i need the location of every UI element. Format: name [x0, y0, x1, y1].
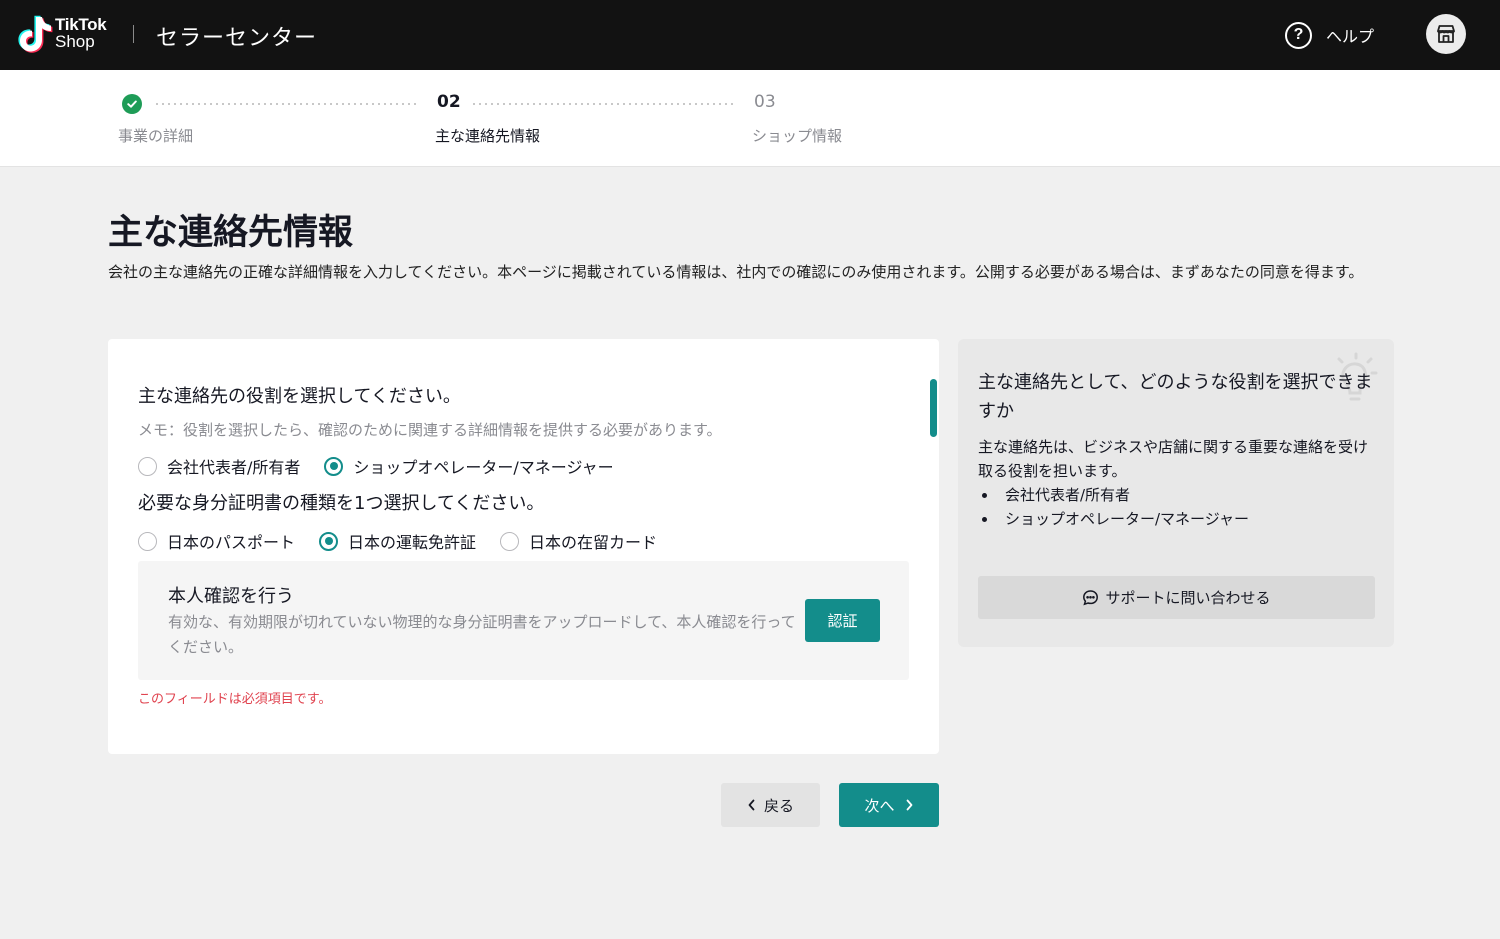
list-item: 会社代表者/所有者 [978, 483, 1249, 507]
page-description: 会社の主な連絡先の正確な詳細情報を入力してください。本ページに掲載されている情報… [108, 263, 1364, 281]
next-label: 次へ [864, 796, 895, 815]
radio-checked-icon [324, 456, 344, 476]
step-3-number: 03 [754, 92, 776, 112]
role-question: 主な連絡先の役割を選択してください。 [138, 386, 461, 407]
verify-title: 本人確認を行う [168, 586, 294, 607]
question-circle-icon: ? [1285, 21, 1312, 49]
id-option-passport[interactable]: 日本のパスポート [138, 529, 295, 553]
radio-label: 日本の在留カード [529, 533, 658, 552]
id-option-residence-card[interactable]: 日本の在留カード [500, 529, 657, 553]
list-item: ショップオペレーター/マネージャー [978, 507, 1249, 531]
verify-description: 有効な、有効期限が切れていない物理的な身分証明書をアップロードして、本人確認を行… [168, 613, 796, 656]
step-2-label[interactable]: 主な連絡先情報 [435, 125, 540, 146]
verify-button[interactable]: 認証 [805, 599, 880, 642]
radio-label: 会社代表者/所有者 [167, 458, 301, 477]
page-title: 主な連絡先情報 [108, 213, 354, 253]
radio-label: ショップオペレーター/マネージャー [353, 458, 614, 477]
contact-support-button[interactable]: サポートに問い合わせる [978, 576, 1375, 619]
brand-divider [133, 25, 134, 43]
chevron-right-icon [906, 799, 912, 811]
role-option-operator[interactable]: ショップオペレーター/マネージャー [324, 454, 614, 478]
id-option-drivers-license[interactable]: 日本の運転免許証 [319, 529, 476, 553]
step-3-label: ショップ情報 [752, 127, 843, 145]
side-panel-body: 主な連絡先は、ビジネスや店舗に関する重要な連絡を受け取る役割を担います。 [978, 438, 1369, 480]
back-label: 戻る [763, 796, 794, 815]
brand-wordmark: TikTok Shop [55, 15, 107, 51]
check-circle-icon [122, 94, 142, 114]
radio-unchecked-icon [500, 531, 520, 551]
step-connector [471, 103, 733, 105]
role-radio-group: 会社代表者/所有者 ショップオペレーター/マネージャー [138, 454, 638, 478]
progress-stepper: 事業の詳細 02 主な連絡先情報 03 ショップ情報 [0, 70, 1500, 167]
required-field-error: このフィールドは必須項目です。 [138, 692, 332, 707]
tiktok-logo-icon[interactable] [17, 14, 55, 54]
step-2-number: 02 [437, 92, 461, 112]
help-link[interactable]: ? ヘルプ [1285, 20, 1374, 50]
step-1-label[interactable]: 事業の詳細 [118, 125, 193, 146]
radio-unchecked-icon [138, 531, 157, 551]
role-note: メモ：役割を選択したら、確認のために関連する詳細情報を提供する必要があります。 [138, 421, 722, 439]
identity-verification-box: 本人確認を行う 有効な、有効期限が切れていない物理的な身分証明書をアップロードし… [138, 561, 909, 680]
support-label: サポートに問い合わせる [1105, 589, 1271, 607]
brand-line-1: TikTok [55, 15, 107, 34]
chevron-left-icon [748, 799, 755, 811]
contact-form-card: 主な連絡先の役割を選択してください。 メモ：役割を選択したら、確認のために関連す… [108, 339, 939, 754]
role-help-panel: 主な連絡先として、どのような役割を選択できますか 主な連絡先は、ビジネスや店舗に… [958, 339, 1394, 647]
radio-label: 日本のパスポート [167, 533, 296, 552]
radio-unchecked-icon [138, 456, 157, 476]
store-icon [1437, 25, 1455, 43]
radio-checked-icon [319, 531, 339, 551]
next-button[interactable]: 次へ [839, 783, 939, 827]
role-option-owner[interactable]: 会社代表者/所有者 [138, 454, 300, 478]
step-connector [154, 103, 416, 105]
chat-bubble-icon [1083, 590, 1099, 606]
store-avatar-button[interactable] [1426, 14, 1466, 54]
brand-line-2: Shop [55, 32, 95, 51]
radio-label: 日本の運転免許証 [348, 533, 477, 552]
back-button[interactable]: 戻る [721, 783, 820, 827]
top-navigation-bar: TikTok Shop セラーセンター ? ヘルプ [0, 0, 1500, 70]
id-question: 必要な身分証明書の種類を1つ選択してください。 [138, 493, 545, 514]
scrollbar-thumb[interactable] [930, 379, 937, 437]
app-title: セラーセンター [156, 26, 318, 51]
side-panel-title: 主な連絡先として、どのような役割を選択できますか [978, 372, 1373, 422]
help-label: ヘルプ [1326, 27, 1375, 46]
role-list: 会社代表者/所有者 ショップオペレーター/マネージャー [978, 483, 1249, 531]
id-radio-group: 日本のパスポート 日本の運転免許証 日本の在留カード [138, 529, 681, 553]
